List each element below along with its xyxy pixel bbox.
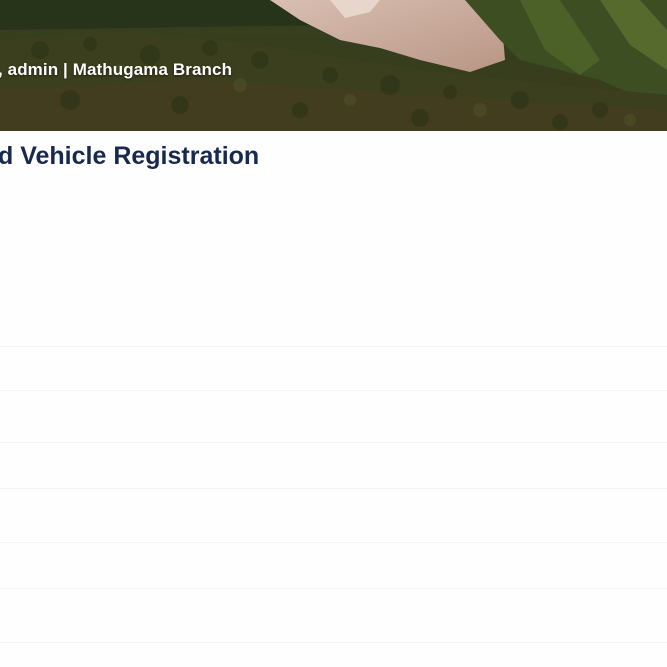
- table-row-divider: [0, 642, 667, 643]
- table-row-divider: [0, 588, 667, 589]
- table-row-divider: [0, 390, 667, 391]
- table-row-divider: [0, 346, 667, 347]
- table-row-divider: [0, 488, 667, 489]
- table-row-divider: [0, 542, 667, 543]
- table-row-divider: [0, 442, 667, 443]
- page-title: d Vehicle Registration: [0, 142, 260, 170]
- user-branch-label: , admin | Mathugama Branch: [0, 60, 233, 79]
- header-banner: , admin | Mathugama Branch: [0, 0, 667, 131]
- app-window: , admin | Mathugama Branch d Vehicle Reg…: [0, 0, 667, 667]
